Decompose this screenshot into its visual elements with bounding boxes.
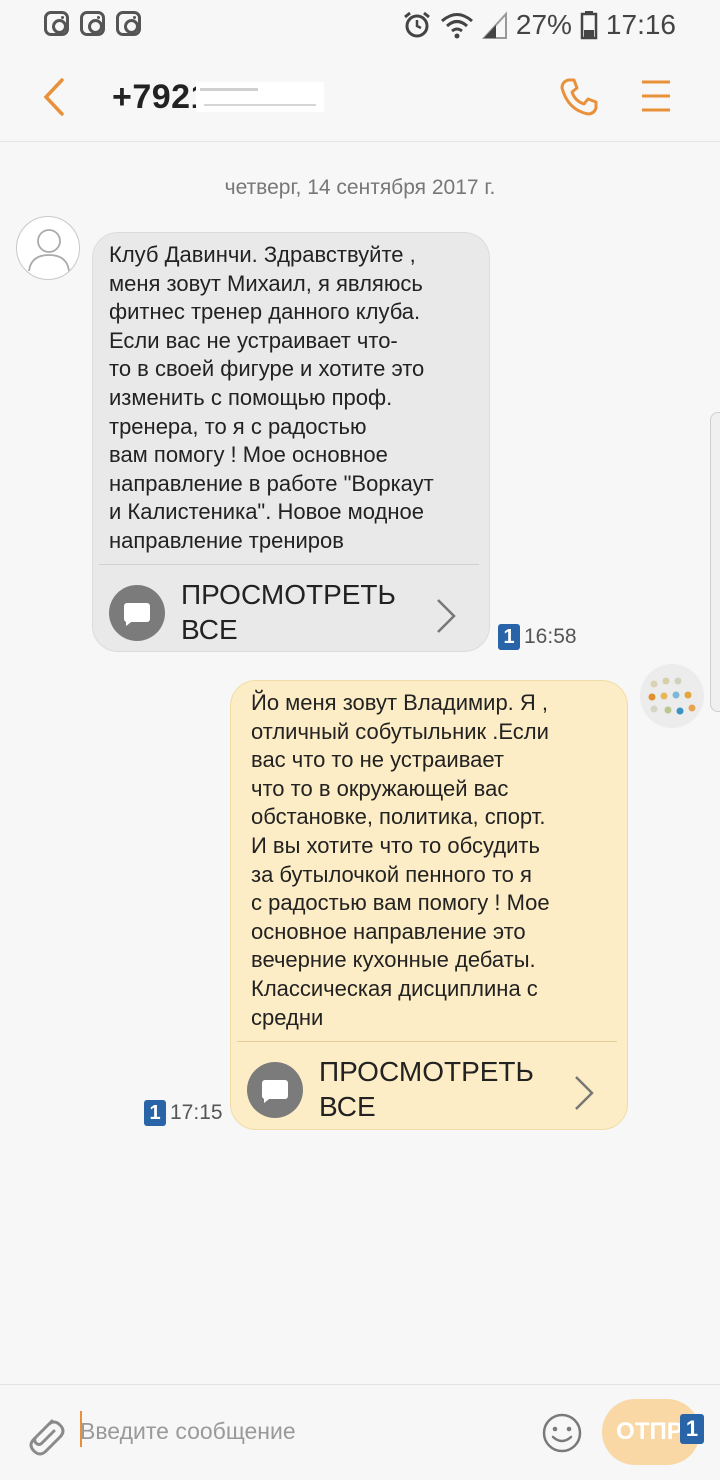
menu-icon[interactable] — [640, 78, 672, 114]
divider — [99, 564, 479, 565]
status-bar: 27% 17:16 — [0, 0, 720, 52]
scroll-handle[interactable] — [710, 412, 720, 712]
person-icon — [28, 229, 70, 272]
divider — [237, 1041, 617, 1042]
phone-icon[interactable] — [556, 74, 602, 120]
view-all-button[interactable]: ПРОСМОТРЕТЬ ВСЕ — [245, 1046, 615, 1128]
message-meta: 1 17:15 — [144, 1100, 223, 1126]
battery-percent: 27% — [515, 9, 572, 40]
redaction-mask — [196, 82, 324, 112]
message-meta: 1 16:58 — [498, 624, 577, 650]
message-time: 17:15 — [170, 1101, 223, 1124]
sim-badge: 1 — [144, 1100, 166, 1126]
chevron-right-icon — [437, 599, 456, 633]
status-right: 27% 17:16 — [402, 8, 676, 42]
conversation-header: +7921 — [0, 52, 720, 142]
composer-bar: ОТПР. — [0, 1384, 720, 1480]
sim-badge: 1 — [680, 1414, 704, 1444]
message-text: Клуб Давинчи. Здравствуйте , меня зовут … — [109, 242, 434, 553]
sim-badge: 1 — [498, 624, 520, 650]
date-separator: четверг, 14 сентября 2017 г. — [224, 176, 496, 199]
signal-icon — [481, 11, 507, 39]
message-bubble-incoming[interactable]: Клуб Давинчи. Здравствуйте , меня зовут … — [92, 232, 490, 652]
instagram-icon — [80, 11, 105, 36]
my-avatar[interactable] — [640, 664, 704, 728]
message-text: Йо меня зовут Владимир. Я , отличный соб… — [251, 690, 550, 1030]
instagram-icon — [116, 11, 141, 36]
chevron-right-icon — [575, 1076, 594, 1110]
view-all-label: ПРОСМОТРЕТЬ ВСЕ — [319, 1056, 534, 1122]
message-time: 16:58 — [524, 625, 577, 648]
paperclip-icon[interactable] — [22, 1411, 66, 1457]
message-bubble-outgoing[interactable]: Йо меня зовут Владимир. Я , отличный соб… — [230, 680, 628, 1130]
wifi-icon — [440, 13, 473, 39]
battery-icon — [580, 11, 598, 40]
instagram-icon — [44, 11, 69, 36]
clock: 17:16 — [605, 9, 676, 40]
back-arrow-icon[interactable] — [36, 74, 76, 120]
message-icon — [109, 585, 165, 641]
message-input[interactable] — [78, 1409, 518, 1453]
dots-avatar-icon — [648, 677, 696, 715]
view-all-label: ПРОСМОТРЕТЬ ВСЕ — [181, 579, 396, 645]
view-all-button[interactable]: ПРОСМОТРЕТЬ ВСЕ — [107, 569, 477, 651]
alarm-icon — [403, 11, 430, 38]
message-icon — [247, 1062, 303, 1118]
contact-avatar[interactable] — [16, 216, 80, 280]
text-cursor — [80, 1411, 82, 1447]
emoji-icon[interactable] — [540, 1411, 584, 1455]
